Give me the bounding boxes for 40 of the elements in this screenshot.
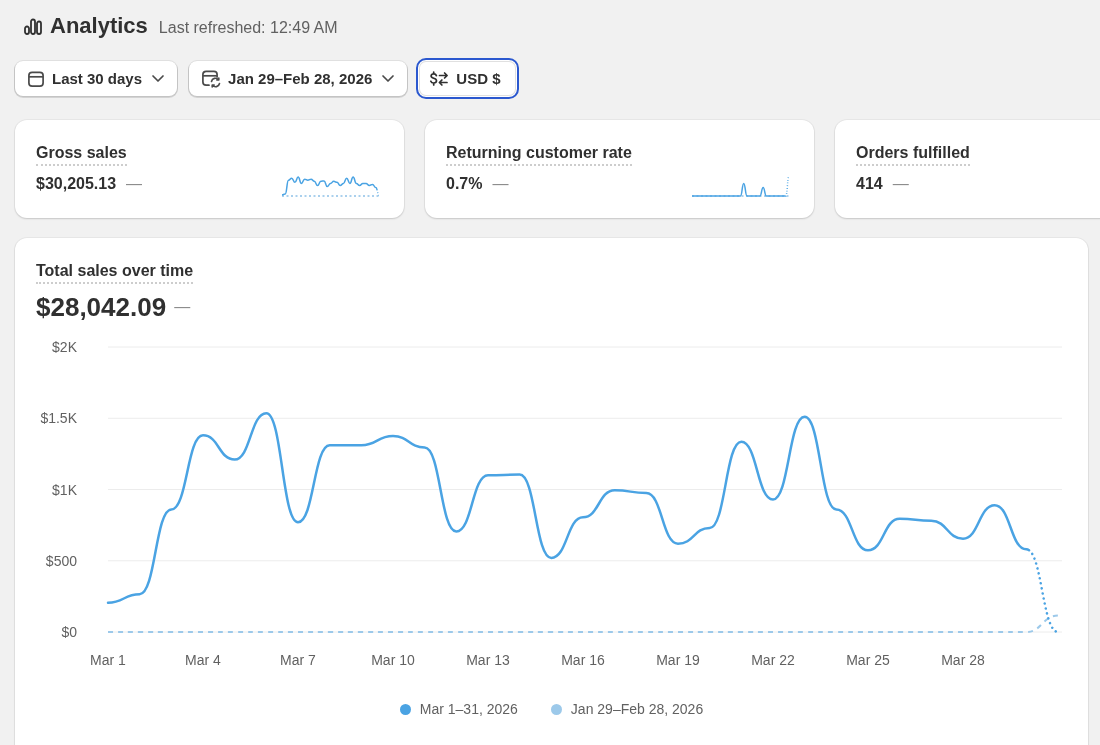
x-axis-label: Mar 25 bbox=[846, 652, 890, 668]
x-axis-label: Mar 10 bbox=[371, 652, 415, 668]
metric-value: 0.7% bbox=[446, 174, 483, 194]
x-axis-label: Mar 7 bbox=[280, 652, 316, 668]
change-indicator: — bbox=[126, 174, 143, 194]
x-axis-label: Mar 13 bbox=[466, 652, 510, 668]
total-sales-value: $28,042.09 bbox=[36, 291, 167, 324]
page-title: Analytics bbox=[50, 12, 148, 40]
chevron-down-icon bbox=[151, 74, 166, 83]
date-range-button[interactable]: Last 30 days bbox=[15, 61, 178, 96]
y-axis-label: $1K bbox=[52, 481, 77, 498]
change-indicator: — bbox=[892, 174, 909, 194]
x-axis-label: Mar 1 bbox=[90, 652, 126, 668]
bar-chart-icon bbox=[24, 17, 42, 35]
x-axis-label: Mar 16 bbox=[561, 652, 605, 668]
x-axis-label: Mar 19 bbox=[656, 652, 700, 668]
calendar-icon bbox=[27, 69, 45, 88]
last-refreshed-text: Last refreshed: 12:49 AM bbox=[158, 19, 338, 37]
metric-title: Gross sales bbox=[36, 143, 127, 166]
metric-title: Orders fulfilled bbox=[856, 143, 970, 166]
legend-label: Mar 1–31, 2026 bbox=[419, 700, 518, 719]
chart-title: Total sales over time bbox=[36, 261, 194, 284]
x-axis-label: Mar 22 bbox=[751, 652, 795, 668]
calendar-arrows-icon bbox=[201, 69, 222, 88]
chevron-down-icon bbox=[381, 74, 396, 83]
currency-button[interactable]: USD $ bbox=[416, 58, 519, 99]
metric-value: 414 bbox=[856, 174, 883, 194]
x-axis-label: Mar 4 bbox=[185, 652, 221, 668]
change-indicator: — bbox=[174, 297, 191, 317]
y-axis-label: $2K bbox=[52, 339, 77, 355]
legend-label: Jan 29–Feb 28, 2026 bbox=[570, 700, 704, 719]
compare-date-button[interactable]: Jan 29–Feb 28, 2026 bbox=[189, 61, 408, 96]
metric-title: Returning customer rate bbox=[446, 143, 632, 166]
y-axis-label: $0 bbox=[61, 624, 77, 640]
dollar-arrows-icon bbox=[429, 70, 450, 87]
metric-value: $30,205.13 bbox=[36, 174, 117, 194]
y-axis-label: $500 bbox=[45, 552, 77, 569]
change-indicator: — bbox=[492, 174, 509, 194]
y-axis-label: $1.5K bbox=[40, 410, 77, 427]
x-axis-label: Mar 28 bbox=[941, 652, 985, 668]
